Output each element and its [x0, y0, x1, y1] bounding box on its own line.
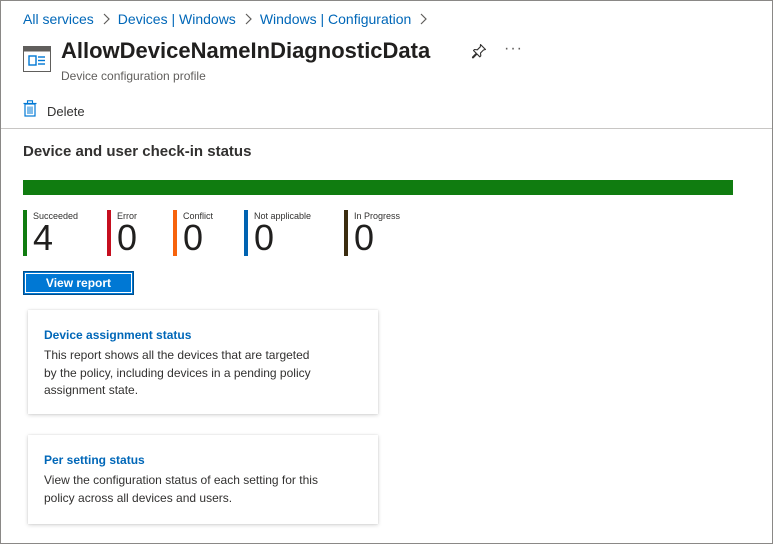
- page-title: AllowDeviceNameInDiagnosticData: [61, 38, 431, 63]
- breadcrumb-windows-configuration[interactable]: Windows | Configuration: [260, 11, 411, 27]
- stat-value: 0: [117, 217, 138, 258]
- breadcrumb: All services Devices | Windows Windows |…: [23, 10, 435, 28]
- breadcrumb-all-services[interactable]: All services: [23, 11, 94, 27]
- view-report-button[interactable]: View report: [23, 271, 134, 295]
- page-subtitle: Device configuration profile: [61, 69, 206, 83]
- trash-icon: [23, 100, 37, 122]
- card-description: View the configuration status of each se…: [44, 473, 318, 505]
- breadcrumb-devices-windows[interactable]: Devices | Windows: [118, 11, 236, 27]
- stat-value: 0: [183, 217, 204, 258]
- card-description: This report shows all the devices that a…: [44, 348, 311, 397]
- more-options-icon[interactable]: ···: [504, 40, 523, 58]
- check-in-progress-bar: [23, 180, 733, 195]
- chevron-right-icon: [419, 13, 428, 25]
- configuration-profile-icon: [23, 46, 51, 77]
- toolbar-divider: [1, 128, 772, 129]
- progress-fill-succeeded: [23, 180, 733, 195]
- stat-conflict: Conflict 0: [173, 210, 213, 256]
- delete-button[interactable]: Delete: [23, 100, 85, 122]
- delete-label: Delete: [47, 103, 85, 119]
- stat-error: Error 0: [107, 210, 137, 256]
- per-setting-status-card: Per setting status View the configuratio…: [28, 435, 378, 524]
- pin-icon[interactable]: [471, 43, 487, 64]
- card-title-link[interactable]: Device assignment status: [44, 328, 362, 342]
- chevron-right-icon: [102, 13, 110, 25]
- stat-value: 0: [254, 217, 275, 258]
- stat-value: 4: [33, 217, 54, 258]
- chevron-right-icon: [244, 13, 252, 25]
- device-assignment-status-card: Device assignment status This report sho…: [28, 310, 378, 414]
- card-title-link[interactable]: Per setting status: [44, 453, 362, 467]
- section-title: Device and user check-in status: [23, 143, 252, 160]
- stat-succeeded: Succeeded 4: [23, 210, 78, 256]
- stat-in-progress: In Progress 0: [344, 210, 400, 256]
- stat-not-applicable: Not applicable 0: [244, 210, 311, 256]
- stat-value: 0: [354, 217, 375, 258]
